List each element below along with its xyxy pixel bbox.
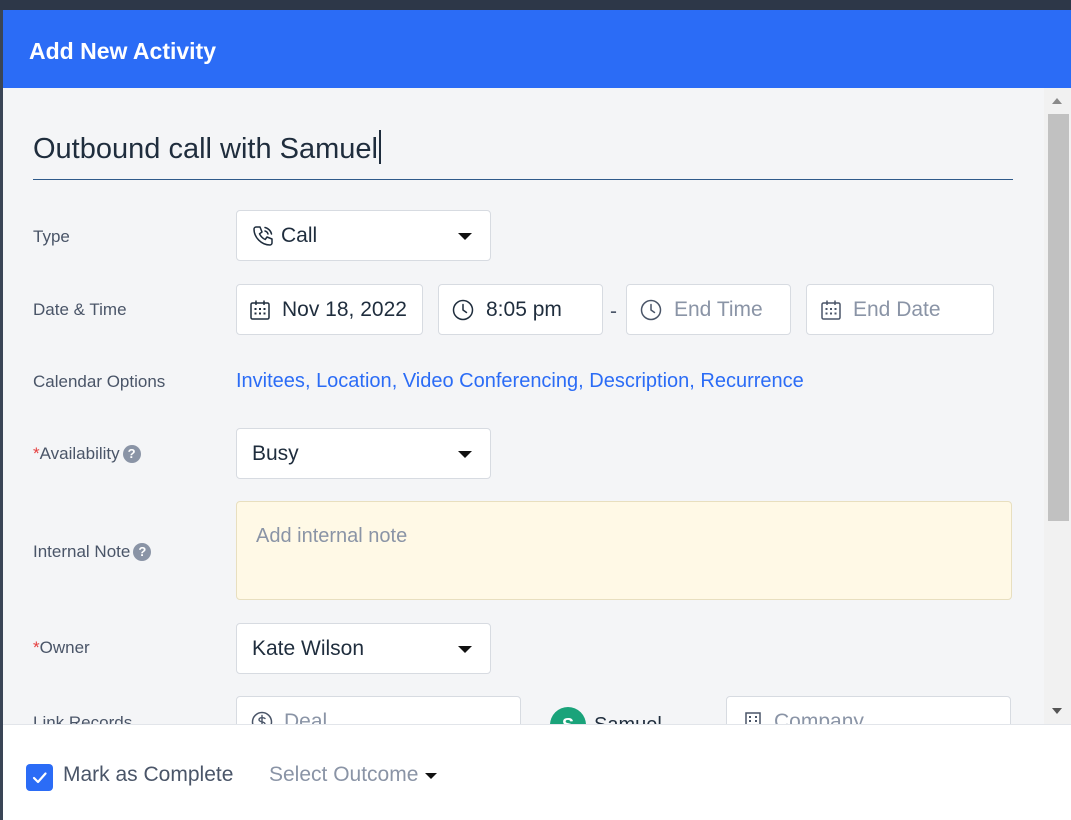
scrollbar-thumb[interactable] — [1048, 114, 1069, 521]
company-placeholder: Company — [774, 710, 864, 724]
chevron-down-icon — [458, 646, 472, 653]
owner-label-text: Owner — [40, 638, 90, 657]
type-select[interactable]: Call — [236, 210, 491, 261]
modal-title: Add New Activity — [29, 38, 216, 65]
start-date-value: Nov 18, 2022 — [282, 298, 407, 322]
deal-placeholder: Deal — [284, 710, 327, 724]
internal-note-label-text: Internal Note — [33, 542, 130, 561]
internal-note-textarea[interactable]: Add internal note — [236, 501, 1012, 600]
availability-label-text: Availability — [40, 444, 120, 463]
building-icon — [741, 710, 765, 724]
type-value: Call — [281, 224, 317, 248]
chevron-down-icon — [458, 451, 472, 458]
modal-header: Add New Activity — [3, 10, 1071, 88]
datetime-label: Date & Time — [33, 300, 127, 320]
clock-icon — [639, 298, 663, 322]
scrollbar[interactable] — [1044, 88, 1071, 724]
scroll-up-arrow-icon[interactable] — [1052, 98, 1062, 104]
start-time-value: 8:05 pm — [486, 298, 562, 322]
add-activity-modal: Add New Activity Outbound call with Samu… — [3, 10, 1071, 820]
chevron-down-icon — [458, 233, 472, 240]
mark-complete-label[interactable]: Mark as Complete — [63, 763, 233, 787]
link-location[interactable]: Location — [316, 370, 392, 392]
calendar-icon — [819, 298, 843, 322]
link-description[interactable]: Description — [589, 370, 689, 392]
scroll-down-arrow-icon[interactable] — [1052, 708, 1062, 714]
activity-title-text: Outbound call with Samuel — [33, 133, 378, 165]
link-separator: , — [305, 370, 316, 392]
modal-body: Outbound call with Samuel Type Call Date… — [3, 88, 1071, 724]
end-time-field[interactable]: End Time — [626, 284, 791, 335]
phone-icon — [251, 224, 275, 248]
modal-footer: Mark as Complete Select Outcome — [3, 724, 1071, 820]
type-label: Type — [33, 227, 70, 247]
link-records-label: Link Records — [33, 713, 132, 724]
link-video-conferencing[interactable]: Video Conferencing — [403, 370, 578, 392]
contact-name[interactable]: Samuel — [594, 714, 662, 724]
owner-label: *Owner — [33, 638, 90, 658]
link-separator: , — [392, 370, 403, 392]
internal-note-placeholder: Add internal note — [256, 525, 407, 547]
help-icon[interactable]: ? — [123, 445, 141, 463]
chevron-down-icon[interactable] — [425, 773, 437, 779]
start-date-field[interactable]: Nov 18, 2022 — [236, 284, 423, 335]
link-invitees[interactable]: Invitees — [236, 370, 305, 392]
internal-note-label: Internal Note? — [33, 542, 151, 562]
activity-title-input[interactable]: Outbound call with Samuel — [33, 130, 1013, 180]
availability-label: *Availability? — [33, 444, 141, 464]
end-time-placeholder: End Time — [674, 298, 763, 322]
page-backdrop — [0, 0, 1071, 10]
checkmark-icon — [26, 764, 53, 791]
start-time-field[interactable]: 8:05 pm — [438, 284, 603, 335]
calendar-options-links: Invitees, Location, Video Conferencing, … — [236, 370, 804, 393]
clock-icon — [451, 298, 475, 322]
link-recurrence[interactable]: Recurrence — [700, 370, 803, 392]
end-date-field[interactable]: End Date — [806, 284, 994, 335]
availability-select[interactable]: Busy — [236, 428, 491, 479]
calendar-options-label: Calendar Options — [33, 372, 165, 392]
link-separator: , — [578, 370, 589, 392]
calendar-icon — [248, 298, 272, 322]
contact-avatar[interactable]: S — [550, 707, 586, 724]
mark-complete-checkbox[interactable] — [26, 764, 53, 791]
help-icon[interactable]: ? — [133, 543, 151, 561]
availability-value: Busy — [252, 442, 299, 466]
dollar-icon — [250, 710, 274, 724]
text-cursor — [379, 130, 381, 164]
outcome-select[interactable]: Select Outcome — [269, 763, 418, 787]
required-asterisk: * — [33, 444, 40, 463]
owner-select[interactable]: Kate Wilson — [236, 623, 491, 674]
time-separator: - — [610, 300, 617, 324]
end-date-placeholder: End Date — [853, 298, 941, 322]
link-separator: , — [689, 370, 700, 392]
company-field[interactable]: Company — [726, 696, 1011, 724]
owner-value: Kate Wilson — [252, 637, 364, 661]
deal-field[interactable]: Deal — [236, 696, 521, 724]
required-asterisk: * — [33, 638, 40, 657]
